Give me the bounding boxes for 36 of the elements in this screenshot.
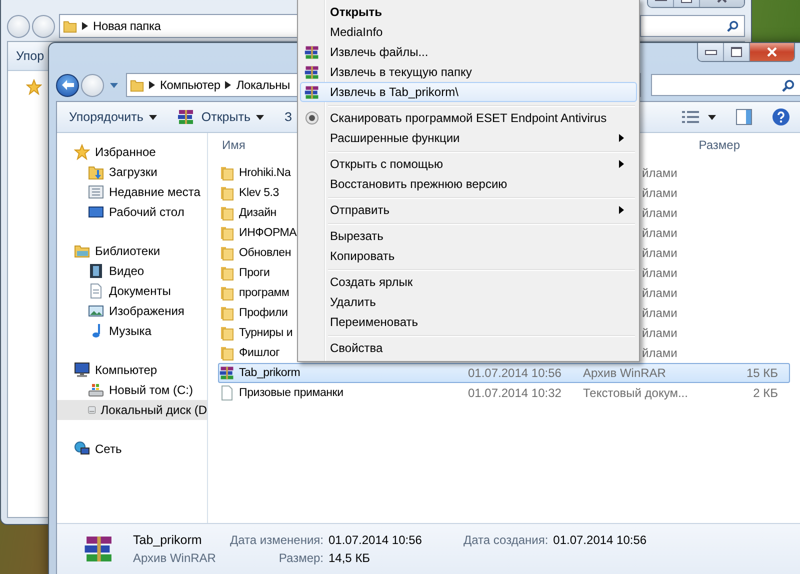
details-label: Дата изменения: <box>230 533 324 547</box>
file-type: йлами <box>642 286 678 300</box>
file-type: йлами <box>642 206 678 220</box>
file-type: йлами <box>642 326 678 340</box>
file-name: Tab_prikorm <box>239 367 300 379</box>
file-date: 01.07.2014 10:56 <box>467 366 562 380</box>
file-name: Обновлен <box>239 247 291 259</box>
file-name: Проги <box>239 267 270 279</box>
details-value: 01.07.2014 10:56 <box>553 533 647 547</box>
details-value: 14,5 КБ <box>328 551 372 565</box>
file-type: йлами <box>642 246 678 260</box>
file-name: Призовые приманки <box>239 387 344 399</box>
details-label: Размер: <box>278 551 324 565</box>
file-date: 01.07.2014 10:32 <box>467 386 562 400</box>
file-type: йлами <box>642 166 678 180</box>
details-file-type: Архив WinRAR <box>133 551 217 565</box>
details-value: 01.07.2014 10:56 <box>328 533 423 547</box>
file-type: йлами <box>642 226 678 240</box>
file-type: йлами <box>642 266 678 280</box>
file-size: 15 КБ <box>745 366 779 380</box>
file-type: йлами <box>642 306 678 320</box>
file-name: Фишлог <box>239 347 280 359</box>
file-size: 2 КБ <box>752 386 779 400</box>
file-type: йлами <box>642 346 678 360</box>
file-name: Дизайн <box>239 207 276 219</box>
file-type: Архив WinRAR <box>582 366 667 380</box>
file-type: Текстовый докум... <box>582 386 689 400</box>
details-file-name: Tab_prikorm <box>133 533 203 547</box>
file-name: Klev 5.3 <box>239 187 279 199</box>
file-type: йлами <box>642 186 678 200</box>
file-name: Hrohiki.Na <box>239 167 291 179</box>
details-label: Дата создания: <box>464 533 548 547</box>
file-name: Профили <box>239 307 288 319</box>
file-name: программ <box>239 287 290 299</box>
file-name: ИНФОРМА <box>239 227 297 239</box>
file-name: Турниры и <box>239 327 293 339</box>
